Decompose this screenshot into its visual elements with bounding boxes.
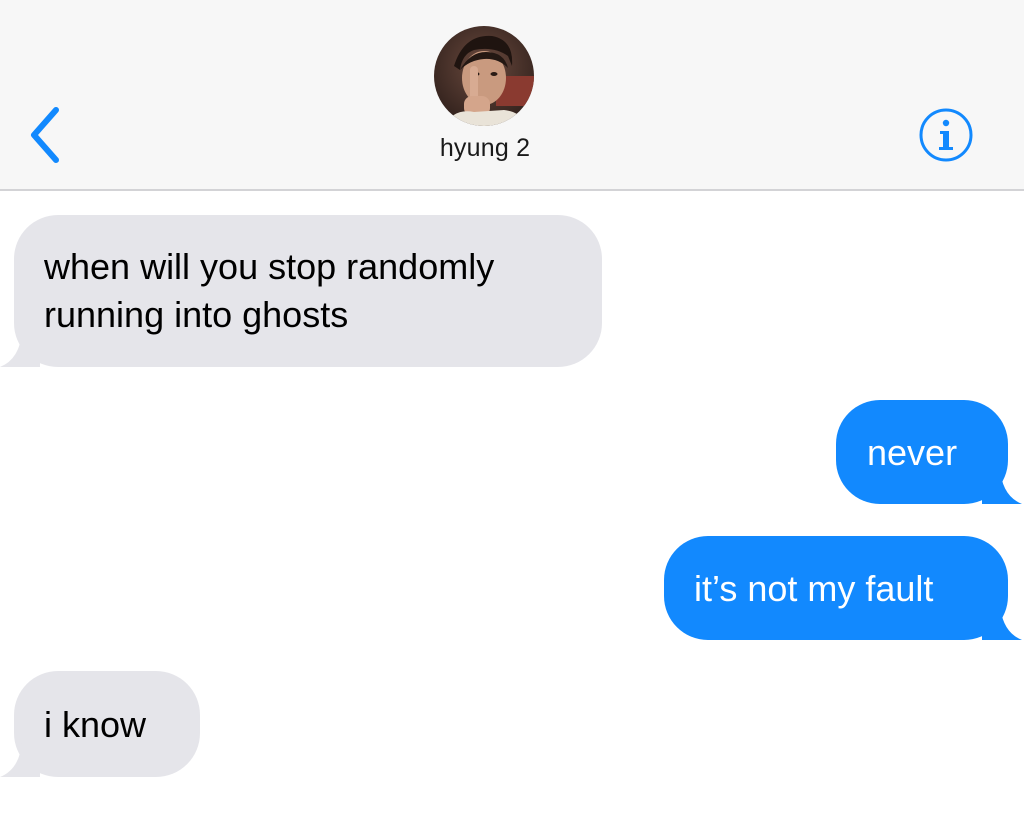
messages-screen: hyung 2 when will you stop randomly runn… [0,0,1024,834]
message-text-line: when will you stop randomly [44,246,495,287]
message-bubble-received[interactable]: i know [0,671,200,777]
message-bubble-sent[interactable]: never [836,400,1022,504]
message-bubble-sent[interactable]: it’s not my fault [664,536,1022,640]
contact-name[interactable]: hyung 2 [0,134,970,163]
bubble-tail [0,741,40,777]
contact-avatar[interactable] [434,26,534,126]
message-text: never [867,432,958,473]
conversation-header: hyung 2 [0,0,1024,191]
message-text: i know [44,704,147,745]
message-text: it’s not my fault [694,568,934,609]
info-circle-icon [919,108,973,162]
message-text-line: running into ghosts [44,294,349,335]
message-bubble-received[interactable]: when will you stop randomly running into… [0,215,602,367]
bubble-tail [0,331,40,367]
info-button[interactable] [918,107,974,163]
